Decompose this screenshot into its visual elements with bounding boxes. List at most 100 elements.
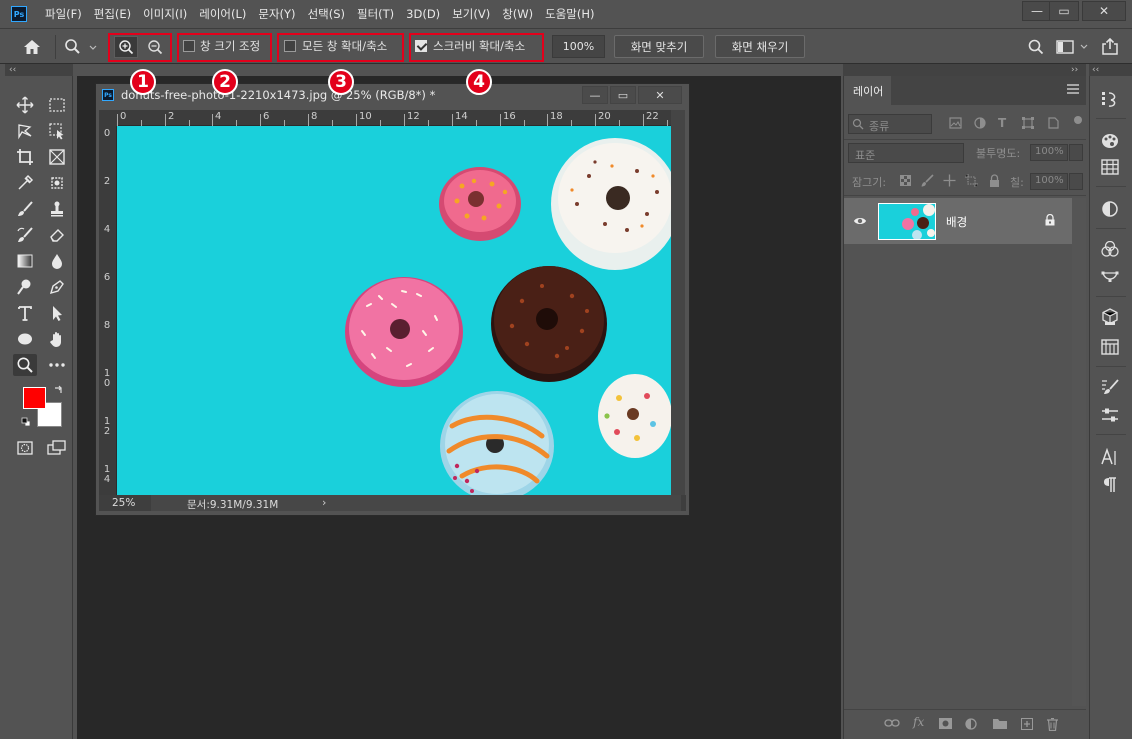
- document-vertical-scrollbar[interactable]: [671, 110, 685, 495]
- document-titlebar[interactable]: Ps donuts-free-photo-1-2210x1473.jpg @ 2…: [96, 84, 689, 106]
- panel-menu-icon[interactable]: [1067, 84, 1079, 94]
- zoom-out-button[interactable]: [143, 36, 167, 58]
- default-colors-icon[interactable]: [21, 417, 31, 427]
- menu-edit[interactable]: 편집(E): [88, 0, 137, 28]
- move-tool-icon[interactable]: [13, 94, 37, 116]
- maximize-button[interactable]: ▭: [1049, 1, 1079, 21]
- lock-pixels-icon[interactable]: [921, 174, 934, 187]
- new-layer-icon[interactable]: [1021, 718, 1033, 730]
- add-mask-icon[interactable]: [939, 718, 952, 729]
- blur-tool-icon[interactable]: [45, 250, 69, 272]
- type-tool-icon[interactable]: [13, 302, 37, 324]
- document-minimize-button[interactable]: —: [582, 86, 608, 104]
- ruler-origin[interactable]: [99, 110, 117, 126]
- object-selection-tool-icon[interactable]: [45, 120, 69, 142]
- layer-visibility-eye-icon[interactable]: [853, 216, 867, 226]
- more-tools-icon[interactable]: [45, 354, 69, 376]
- menu-layer[interactable]: 레이어(L): [193, 0, 252, 28]
- menu-file[interactable]: 파일(F): [39, 0, 88, 28]
- adjustments-panel-icon[interactable]: [1099, 198, 1121, 220]
- lock-artboard-icon[interactable]: [965, 174, 978, 187]
- color-panel-icon[interactable]: [1099, 130, 1121, 152]
- filter-shape-icon[interactable]: [1022, 117, 1034, 129]
- scrubby-zoom-checkbox[interactable]: [415, 40, 427, 52]
- tab-layers[interactable]: 레이어: [844, 76, 891, 105]
- tool-presets-panel-icon[interactable]: [1099, 404, 1121, 426]
- eyedropper-tool-icon[interactable]: [13, 172, 37, 194]
- status-zoom-level[interactable]: 25%: [112, 497, 135, 509]
- screen-mode-icon[interactable]: [45, 437, 69, 459]
- vertical-ruler[interactable]: 0 2 4 6 8 10 12 14: [99, 126, 117, 497]
- timeline-panel-icon[interactable]: [1099, 336, 1121, 358]
- swatches-panel-icon[interactable]: [1099, 156, 1121, 178]
- fill-dropdown[interactable]: [1069, 173, 1083, 190]
- menu-window[interactable]: 창(W): [496, 0, 539, 28]
- filter-pixel-icon[interactable]: [949, 117, 962, 129]
- paragraph-panel-icon[interactable]: [1099, 474, 1121, 496]
- canvas-image[interactable]: [117, 126, 671, 495]
- marquee-tool-icon[interactable]: [45, 94, 69, 116]
- status-menu-arrow[interactable]: ›: [322, 496, 326, 509]
- zoom-all-windows-checkbox[interactable]: [284, 40, 296, 52]
- zoom-tool-icon[interactable]: [13, 354, 37, 376]
- menu-type[interactable]: 문자(Y): [252, 0, 301, 28]
- home-icon[interactable]: [22, 38, 42, 56]
- filter-adjustment-icon[interactable]: [974, 117, 986, 129]
- brush-settings-panel-icon[interactable]: [1099, 376, 1121, 398]
- fill-screen-button[interactable]: 화면 채우기: [715, 35, 805, 58]
- history-brush-tool-icon[interactable]: [13, 224, 37, 246]
- share-icon[interactable]: [1100, 37, 1120, 56]
- toolbar-collapse-strip[interactable]: ‹‹: [5, 64, 73, 76]
- menu-view[interactable]: 보기(V): [446, 0, 496, 28]
- paths-panel-icon[interactable]: [1099, 266, 1121, 288]
- right-strip-collapse[interactable]: ‹‹: [1089, 64, 1132, 76]
- character-panel-icon[interactable]: [1099, 446, 1121, 468]
- close-button[interactable]: ✕: [1082, 1, 1126, 21]
- filter-toggle-icon[interactable]: [1074, 116, 1082, 124]
- minimize-button[interactable]: —: [1022, 1, 1052, 21]
- foreground-color-swatch[interactable]: [23, 387, 46, 409]
- lasso-tool-icon[interactable]: [13, 120, 37, 142]
- quick-mask-icon[interactable]: [13, 437, 37, 459]
- panels-collapse-strip[interactable]: ››: [843, 64, 1086, 76]
- tool-preset-picker[interactable]: [63, 37, 97, 57]
- 3d-panel-icon[interactable]: [1099, 306, 1121, 328]
- path-selection-tool-icon[interactable]: [45, 302, 69, 324]
- ellipse-tool-icon[interactable]: [13, 328, 37, 350]
- delete-layer-icon[interactable]: [1047, 718, 1058, 731]
- layer-name[interactable]: 배경: [946, 214, 967, 230]
- blend-mode-select[interactable]: 표준: [848, 143, 964, 163]
- hand-tool-icon[interactable]: [45, 328, 69, 350]
- crop-tool-icon[interactable]: [13, 146, 37, 168]
- layers-scrollbar[interactable]: [1072, 198, 1086, 706]
- swap-colors-icon[interactable]: [53, 385, 63, 395]
- new-group-icon[interactable]: [993, 718, 1007, 729]
- menu-image[interactable]: 이미지(I): [137, 0, 193, 28]
- history-panel-icon[interactable]: [1099, 88, 1121, 110]
- clone-stamp-tool-icon[interactable]: [45, 198, 69, 220]
- layer-row[interactable]: 배경: [844, 198, 1072, 244]
- workspace-switcher-icon[interactable]: [1055, 39, 1093, 55]
- pen-tool-icon[interactable]: [45, 276, 69, 298]
- filter-smart-object-icon[interactable]: [1048, 117, 1059, 129]
- opacity-field[interactable]: 100%: [1030, 144, 1068, 161]
- menu-help[interactable]: 도움말(H): [539, 0, 600, 28]
- adjustment-layer-icon[interactable]: [965, 718, 977, 730]
- horizontal-ruler[interactable]: 0 2 4 6 8 10 12 14 16 18 20 22: [117, 110, 671, 126]
- frame-tool-icon[interactable]: [45, 146, 69, 168]
- dodge-tool-icon[interactable]: [13, 276, 37, 298]
- menu-filter[interactable]: 필터(T): [351, 0, 400, 28]
- zoom-in-button[interactable]: [114, 36, 138, 58]
- eraser-tool-icon[interactable]: [45, 224, 69, 246]
- fit-screen-button[interactable]: 화면 맞추기: [614, 35, 704, 58]
- document-close-button[interactable]: ✕: [638, 86, 682, 104]
- search-icon[interactable]: [1027, 38, 1045, 56]
- link-layers-icon[interactable]: [884, 718, 900, 728]
- gradient-tool-icon[interactable]: [13, 250, 37, 272]
- channels-panel-icon[interactable]: [1099, 238, 1121, 260]
- opacity-dropdown[interactable]: [1069, 144, 1083, 161]
- menu-3d[interactable]: 3D(D): [400, 0, 446, 28]
- zoom-percentage-field[interactable]: 100%: [552, 35, 605, 58]
- lock-all-icon[interactable]: [989, 174, 1000, 187]
- menu-select[interactable]: 선택(S): [302, 0, 351, 28]
